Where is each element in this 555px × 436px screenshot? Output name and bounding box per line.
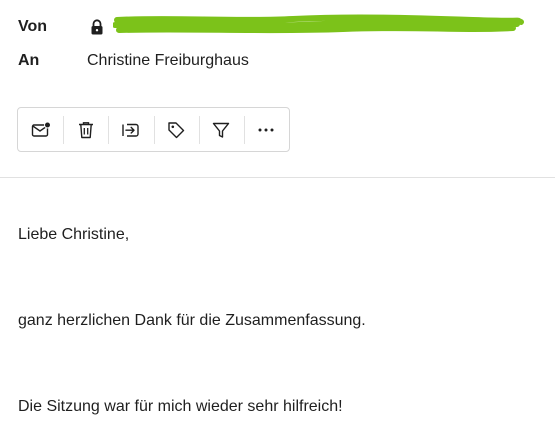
filter-icon bbox=[213, 122, 230, 138]
move-button[interactable] bbox=[108, 108, 153, 151]
to-row: An Christine Freiburghaus bbox=[18, 49, 249, 73]
mark-unread-button[interactable] bbox=[18, 108, 63, 151]
message-line: Die Sitzung war für mich wieder sehr hil… bbox=[18, 398, 343, 415]
message-line: Liebe Christine, bbox=[18, 226, 130, 243]
more-button[interactable] bbox=[243, 108, 289, 151]
trash-icon bbox=[78, 121, 93, 138]
header-divider bbox=[0, 177, 555, 178]
filter-button[interactable] bbox=[198, 108, 244, 151]
from-label: Von bbox=[18, 18, 48, 35]
tag-icon bbox=[168, 121, 185, 138]
redacted-sender-scribble bbox=[113, 14, 524, 34]
tag-button[interactable] bbox=[153, 108, 199, 151]
to-label: An bbox=[18, 52, 40, 69]
lock-icon bbox=[87, 17, 107, 37]
from-row: Von bbox=[18, 15, 107, 39]
message-line: ganz herzlichen Dank für die Zusammenfas… bbox=[18, 312, 366, 329]
delete-button[interactable] bbox=[63, 108, 108, 151]
move-to-folder-icon bbox=[122, 123, 139, 137]
message-toolbar bbox=[17, 107, 290, 152]
recipient-name[interactable]: Christine Freiburghaus bbox=[87, 52, 249, 70]
more-horizontal-icon bbox=[258, 128, 274, 131]
mail-unread-icon bbox=[31, 121, 51, 137]
